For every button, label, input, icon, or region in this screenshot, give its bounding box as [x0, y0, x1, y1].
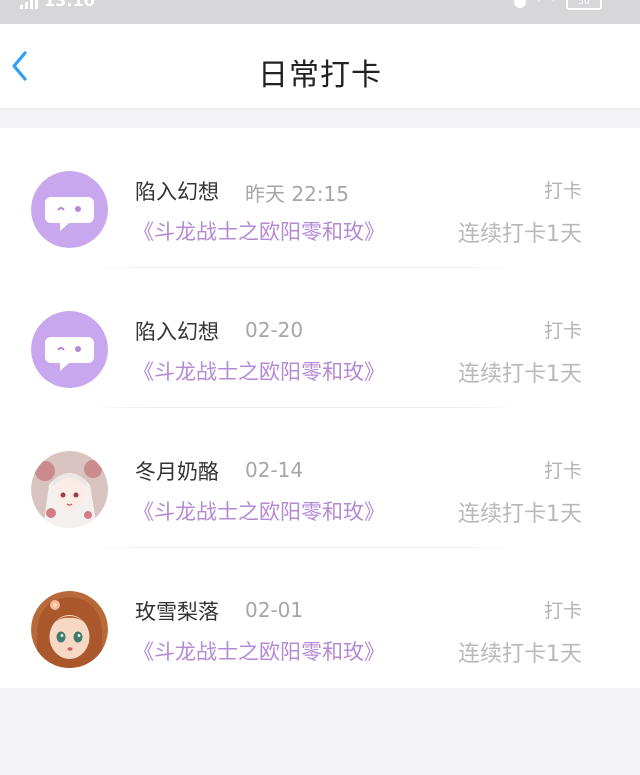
action-label: 打卡 — [543, 180, 582, 202]
streak-label: 连续打卡1天 — [458, 642, 582, 667]
checkin-time: 昨天 22:15 — [245, 182, 349, 206]
book-title-link[interactable]: 《斗龙战士之欧阳零和玫》 — [133, 356, 385, 386]
chat-bubble-avatar-icon — [31, 311, 108, 388]
book-title-link[interactable]: 《斗龙战士之欧阳零和玫》 — [133, 216, 385, 246]
status-time: 13:10 — [44, 0, 95, 10]
battery-level: 50 — [578, 0, 590, 7]
checkin-time: 02-14 — [245, 458, 304, 482]
checkin-list-item[interactable]: 冬月奶酪 02-14 打卡 《斗龙战士之欧阳零和玫》 连续打卡1天 — [0, 408, 640, 548]
action-label: 打卡 — [543, 600, 582, 622]
username[interactable]: 陷入幻想 — [135, 176, 219, 206]
avatar[interactable] — [31, 311, 108, 388]
page-title: 日常打卡 — [258, 58, 382, 93]
action-label: 打卡 — [543, 320, 582, 342]
wifi-icon — [538, 0, 554, 9]
status-right: 50 — [514, 0, 602, 10]
username[interactable]: 陷入幻想 — [135, 316, 219, 346]
action-label: 打卡 — [543, 460, 582, 482]
avatar[interactable] — [31, 171, 108, 248]
book-title-link[interactable]: 《斗龙战士之欧阳零和玫》 — [133, 636, 385, 666]
username[interactable]: 冬月奶酪 — [135, 456, 219, 486]
status-left: 13:10 — [20, 0, 95, 9]
streak-label: 连续打卡1天 — [458, 502, 582, 527]
checkin-time: 02-01 — [245, 598, 304, 622]
book-title-link[interactable]: 《斗龙战士之欧阳零和玫》 — [133, 496, 385, 526]
signal-icon — [20, 0, 38, 9]
app-header: 日常打卡 — [0, 24, 640, 108]
checkin-time: 02-20 — [245, 318, 304, 342]
status-bar: 13:10 50 — [0, 0, 640, 24]
checkin-list-item[interactable]: 陷入幻想 昨天 22:15 打卡 《斗龙战士之欧阳零和玫》 连续打卡1天 — [0, 128, 640, 268]
anime-girl-avatar-icon — [31, 591, 108, 668]
battery-icon: 50 — [566, 0, 602, 10]
streak-label: 连续打卡1天 — [458, 222, 582, 247]
alarm-icon — [514, 0, 526, 8]
avatar[interactable] — [31, 451, 108, 528]
streak-label: 连续打卡1天 — [458, 362, 582, 387]
avatar[interactable] — [31, 591, 108, 668]
checkin-list-item[interactable]: 玫雪梨落 02-01 打卡 《斗龙战士之欧阳零和玫》 连续打卡1天 — [0, 548, 640, 688]
checkin-list: 陷入幻想 昨天 22:15 打卡 《斗龙战士之欧阳零和玫》 连续打卡1天 陷入幻… — [0, 128, 640, 688]
chat-bubble-avatar-icon — [31, 171, 108, 248]
anime-girl-avatar-icon — [31, 451, 108, 528]
username[interactable]: 玫雪梨落 — [135, 596, 219, 626]
checkin-list-item[interactable]: 陷入幻想 02-20 打卡 《斗龙战士之欧阳零和玫》 连续打卡1天 — [0, 268, 640, 408]
